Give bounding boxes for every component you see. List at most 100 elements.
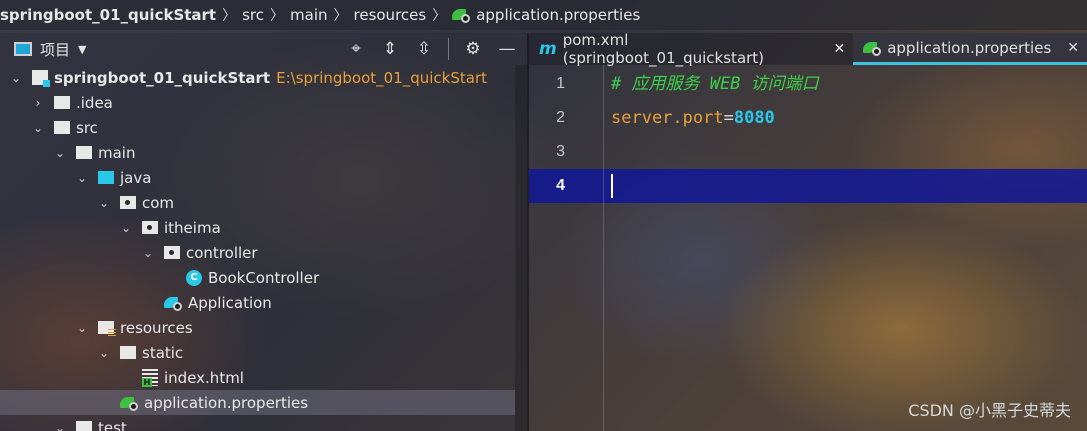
code-line[interactable]: 1 # 应用服务 WEB 访问端口 <box>529 67 1087 101</box>
tree-item-controller[interactable]: ⌄ controller <box>0 240 515 265</box>
gutter-divider <box>603 65 604 431</box>
project-view-icon <box>14 42 32 56</box>
chevron-down-icon[interactable]: ⌄ <box>54 421 66 431</box>
expand-all-icon[interactable]: ⇕ <box>380 39 400 59</box>
maven-icon: m <box>539 39 557 59</box>
tree-item-label: itheima <box>164 218 221 237</box>
chevron-down-icon[interactable]: ⌄ <box>98 196 110 210</box>
breadcrumb-item-src[interactable]: src <box>242 6 264 24</box>
chevron-down-icon[interactable]: ⌄ <box>142 246 154 260</box>
tab-pom-xml[interactable]: m pom.xml (springboot_01_quickstart) ✕ <box>529 31 853 67</box>
current-code-line[interactable]: 4 <box>529 169 1087 203</box>
chevron-down-icon[interactable]: ⌄ <box>32 121 44 135</box>
crosshair-icon[interactable]: ⌖ <box>346 39 366 59</box>
property-key: server.port <box>611 108 724 128</box>
tree-item-main[interactable]: ⌄ main <box>0 140 515 165</box>
code-line[interactable]: 2 server.port=8080 <box>529 101 1087 135</box>
tree-item-static[interactable]: ⌄ static <box>0 340 515 365</box>
chevron-down-icon[interactable]: ⌄ <box>76 321 88 335</box>
chevron-down-icon[interactable]: ⌄ <box>120 221 132 235</box>
tree-item-label: springboot_01_quickStart <box>54 68 271 87</box>
breadcrumb-item-project[interactable]: springboot_01_quickStart <box>0 6 216 24</box>
breadcrumb-item-resources[interactable]: resources <box>354 6 427 24</box>
java-class-icon: C <box>186 269 202 286</box>
tree-item-idea[interactable]: › .idea <box>0 90 515 115</box>
folder-icon <box>76 421 92 431</box>
tree-item-java[interactable]: ⌄ java <box>0 165 515 190</box>
chevron-right-icon[interactable]: › <box>32 96 44 110</box>
tab-label: pom.xml (springboot_01_quickstart) <box>562 31 765 67</box>
chevron-down-icon[interactable]: ▼ <box>78 43 86 56</box>
tree-item-com[interactable]: ⌄ com <box>0 190 515 215</box>
package-icon <box>142 221 158 234</box>
spring-properties-icon <box>120 395 138 411</box>
tree-item-itheima[interactable]: ⌄ itheima <box>0 215 515 240</box>
module-icon <box>32 70 50 87</box>
tree-item-application[interactable]: Application <box>0 290 515 315</box>
tree-item-label: resources <box>120 318 193 337</box>
chevron-down-icon[interactable]: ⌄ <box>98 346 110 360</box>
tree-item-label: controller <box>186 243 258 262</box>
tree-item-test[interactable]: ⌄ test <box>0 415 515 431</box>
tree-item-label: index.html <box>164 368 244 387</box>
tree-item-label: main <box>98 143 136 162</box>
close-icon[interactable]: ✕ <box>833 41 845 57</box>
folder-icon <box>76 146 92 159</box>
code-area[interactable]: 1 # 应用服务 WEB 访问端口 2 server.port=8080 3 4 <box>529 65 1087 431</box>
project-panel-tools: ⌖ ⇕ ⇳ ⚙ — <box>346 33 517 65</box>
close-icon[interactable]: ✕ <box>1067 40 1079 56</box>
chevron-down-icon[interactable]: ⌄ <box>10 71 22 85</box>
gear-icon[interactable]: ⚙ <box>463 39 483 59</box>
tree-item-label: Application <box>188 293 272 312</box>
tree-item-project-root[interactable]: ⌄ springboot_01_quickStart E:\springboot… <box>0 65 515 90</box>
chevron-right-icon: 〉 <box>333 8 348 24</box>
tree-item-label: java <box>120 168 152 187</box>
line-number: 1 <box>556 75 565 92</box>
code-line[interactable]: 3 <box>529 135 1087 169</box>
tree-item-src[interactable]: ⌄ src <box>0 115 515 140</box>
chevron-down-icon[interactable]: ⌄ <box>54 146 66 160</box>
spring-properties-icon <box>863 40 882 56</box>
toolbar-divider <box>448 38 449 60</box>
code-property: server.port=8080 <box>611 101 775 135</box>
spring-properties-icon <box>452 7 471 23</box>
spring-boot-class-icon <box>164 295 182 311</box>
tree-item-label: static <box>142 343 184 362</box>
tree-item-resources[interactable]: ⌄ resources <box>0 315 515 340</box>
tree-item-label: application.properties <box>144 393 309 412</box>
resources-folder-icon <box>98 321 116 336</box>
project-panel-title[interactable]: 项目 <box>40 39 70 60</box>
editor-tabs: m pom.xml (springboot_01_quickstart) ✕ a… <box>529 31 1087 67</box>
chevron-right-icon: 〉 <box>270 8 285 24</box>
line-number: 2 <box>556 109 565 126</box>
tree-item-application-properties[interactable]: application.properties <box>0 390 515 415</box>
chevron-right-icon: 〉 <box>432 8 447 24</box>
tree-item-index-html[interactable]: index.html <box>0 365 515 390</box>
code-comment: # 应用服务 WEB 访问端口 <box>611 74 819 94</box>
tree-item-label: BookController <box>208 268 320 287</box>
editor: m pom.xml (springboot_01_quickstart) ✕ a… <box>529 31 1087 431</box>
text-caret <box>611 174 613 198</box>
folder-icon <box>54 96 70 109</box>
line-number: 3 <box>556 143 565 160</box>
tab-application-properties[interactable]: application.properties ✕ <box>853 33 1087 65</box>
breadcrumb-item-file[interactable]: application.properties <box>476 6 640 24</box>
breadcrumb: springboot_01_quickStart 〉 src 〉 main 〉 … <box>0 0 1087 30</box>
project-panel-header: 项目 ▼ ⌖ ⇕ ⇳ ⚙ — <box>0 33 527 65</box>
watermark: CSDN @小黑子史蒂夫 <box>908 401 1071 420</box>
chevron-down-icon[interactable]: ⌄ <box>76 171 88 185</box>
chevron-right-icon: 〉 <box>222 8 237 24</box>
tree-item-label: src <box>76 118 98 137</box>
breadcrumb-item-main[interactable]: main <box>290 6 327 24</box>
tree-item-bookcontroller[interactable]: C BookController <box>0 265 515 290</box>
tree-item-label: .idea <box>76 93 113 112</box>
collapse-all-icon[interactable]: ⇳ <box>414 39 434 59</box>
line-number: 4 <box>556 177 565 194</box>
tree-item-label: com <box>142 193 175 212</box>
tree-item-label: test <box>98 418 127 431</box>
minimize-icon[interactable]: — <box>497 39 517 59</box>
project-panel: 项目 ▼ ⌖ ⇕ ⇳ ⚙ — ⌄ springboot_01_quickStar… <box>0 33 527 431</box>
tab-label: application.properties <box>887 38 1052 57</box>
html-file-icon <box>142 369 158 387</box>
project-scrollbar[interactable] <box>515 65 527 431</box>
